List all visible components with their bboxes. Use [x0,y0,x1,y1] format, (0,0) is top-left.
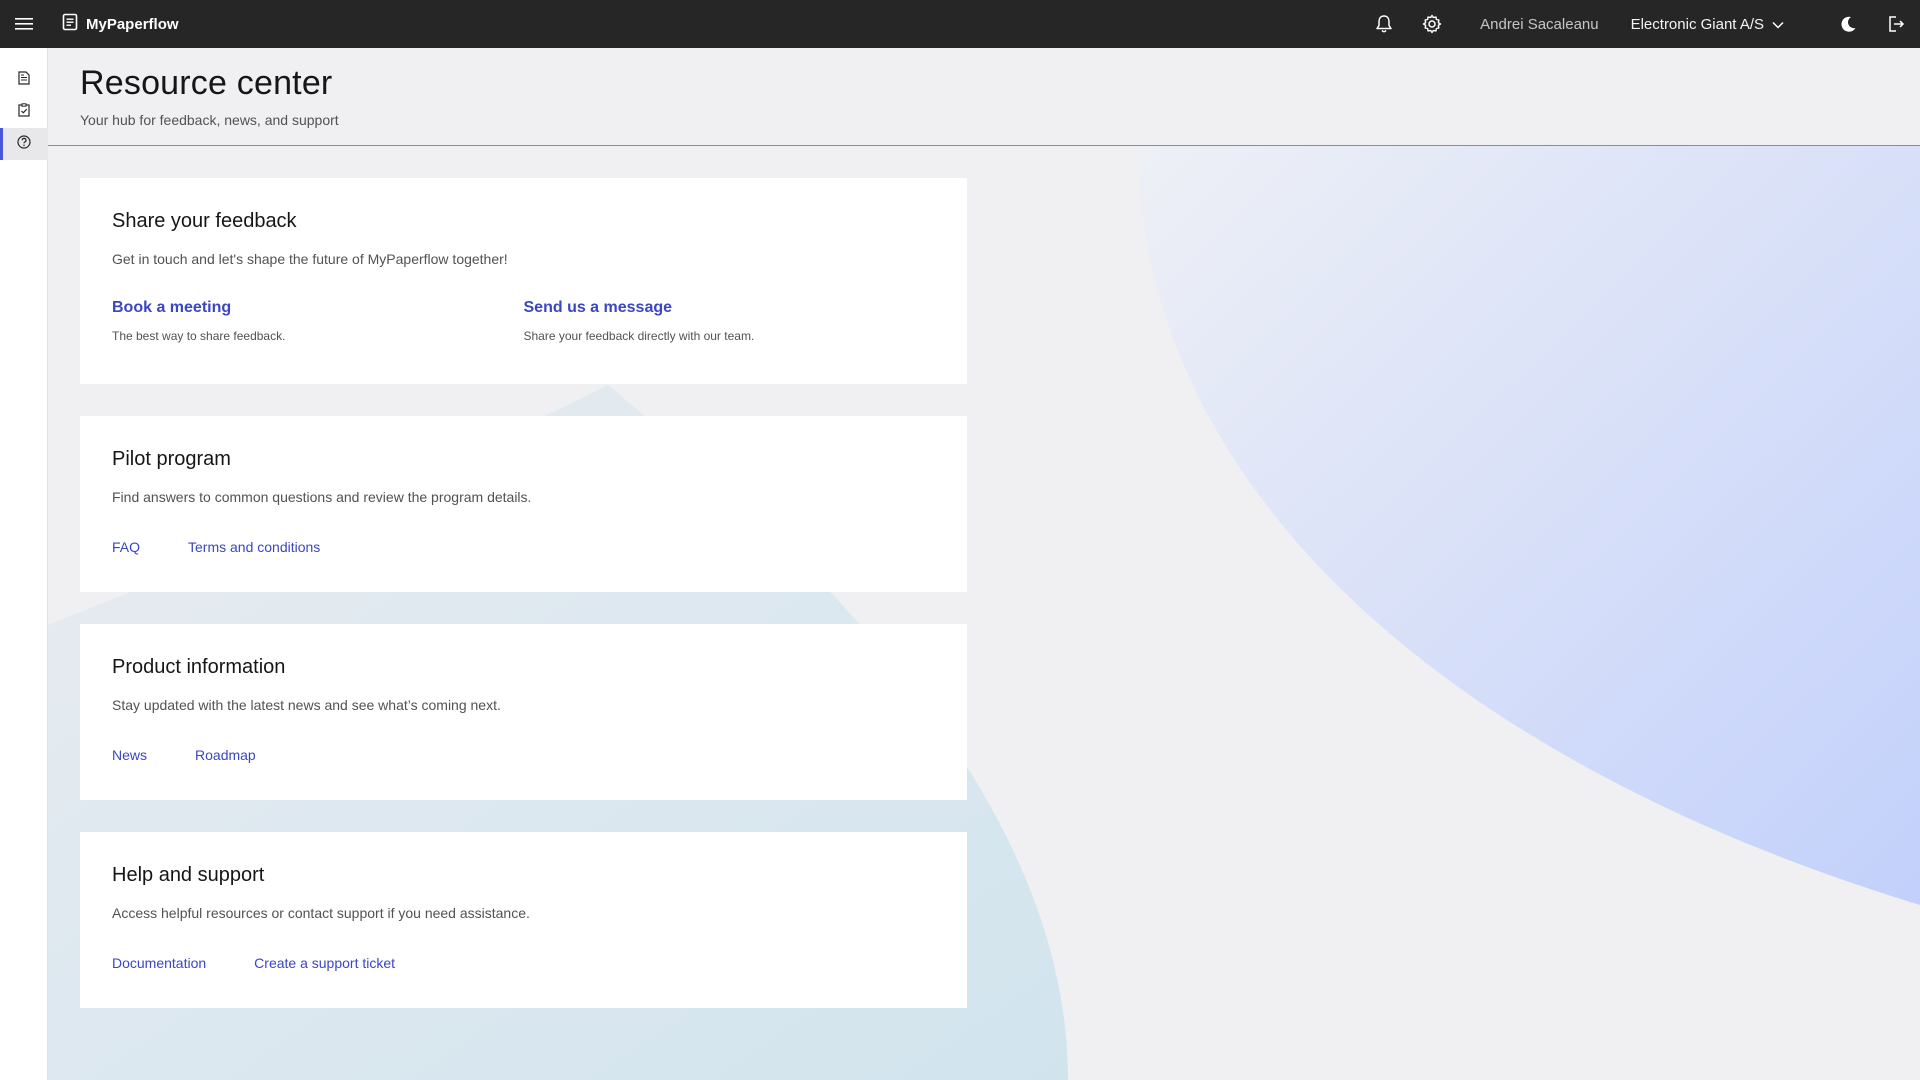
brand-name: MyPaperflow [86,15,179,33]
organization-name: Electronic Giant A/S [1630,15,1764,33]
feedback-card: Share your feedback Get in touch and let… [80,178,967,384]
clipboard-check-icon [18,102,30,122]
user-name[interactable]: Andrei Sacaleanu [1464,16,1614,33]
nav-resource-center[interactable] [0,128,48,160]
card-title: Pilot program [112,448,231,470]
organization-switcher[interactable]: Electronic Giant A/S [1615,16,1800,33]
nav-documents[interactable] [0,64,48,96]
chevron-down-icon [1772,16,1784,33]
page-subtitle: Your hub for feedback, news, and support [80,112,339,128]
card-description: Stay updated with the latest news and se… [112,697,501,713]
roadmap-link[interactable]: Roadmap [195,747,256,763]
card-description: Get in touch and let's shape the future … [112,251,508,267]
support-ticket-link[interactable]: Create a support ticket [254,955,395,971]
news-link[interactable]: News [112,747,147,763]
card-title: Product information [112,656,286,678]
page-header: Resource center Your hub for feedback, n… [48,48,1920,146]
nav-tasks[interactable] [0,96,48,128]
document-icon [18,70,30,90]
brand[interactable]: MyPaperflow [62,13,179,35]
page-title: Resource center [80,64,333,102]
top-bar: MyPaperflow Andrei Sacaleanu Electronic … [0,0,1920,48]
settings-gear-icon[interactable] [1408,0,1456,48]
card-description: Access helpful resources or contact supp… [112,905,530,921]
card-title: Share your feedback [112,210,297,232]
dark-mode-moon-icon[interactable] [1824,0,1872,48]
card-title: Help and support [112,864,265,886]
help-circle-icon [17,134,31,154]
card-description: Find answers to common questions and rev… [112,489,532,505]
notifications-bell-icon[interactable] [1360,0,1408,48]
document-logo-icon [62,13,78,35]
help-support-card: Help and support Access helpful resource… [80,832,967,1008]
book-meeting-description: The best way to share feedback. [112,329,286,343]
send-message-link[interactable]: Send us a message [524,299,936,317]
book-meeting-link[interactable]: Book a meeting [112,299,524,317]
terms-link[interactable]: Terms and conditions [188,539,320,555]
pilot-program-card: Pilot program Find answers to common que… [80,416,967,592]
menu-icon[interactable] [0,0,48,48]
side-navigation [0,48,48,1080]
product-information-card: Product information Stay updated with th… [80,624,967,800]
documentation-link[interactable]: Documentation [112,955,206,971]
logout-icon[interactable] [1872,0,1920,48]
send-message-description: Share your feedback directly with our te… [523,329,755,343]
faq-link[interactable]: FAQ [112,539,140,555]
